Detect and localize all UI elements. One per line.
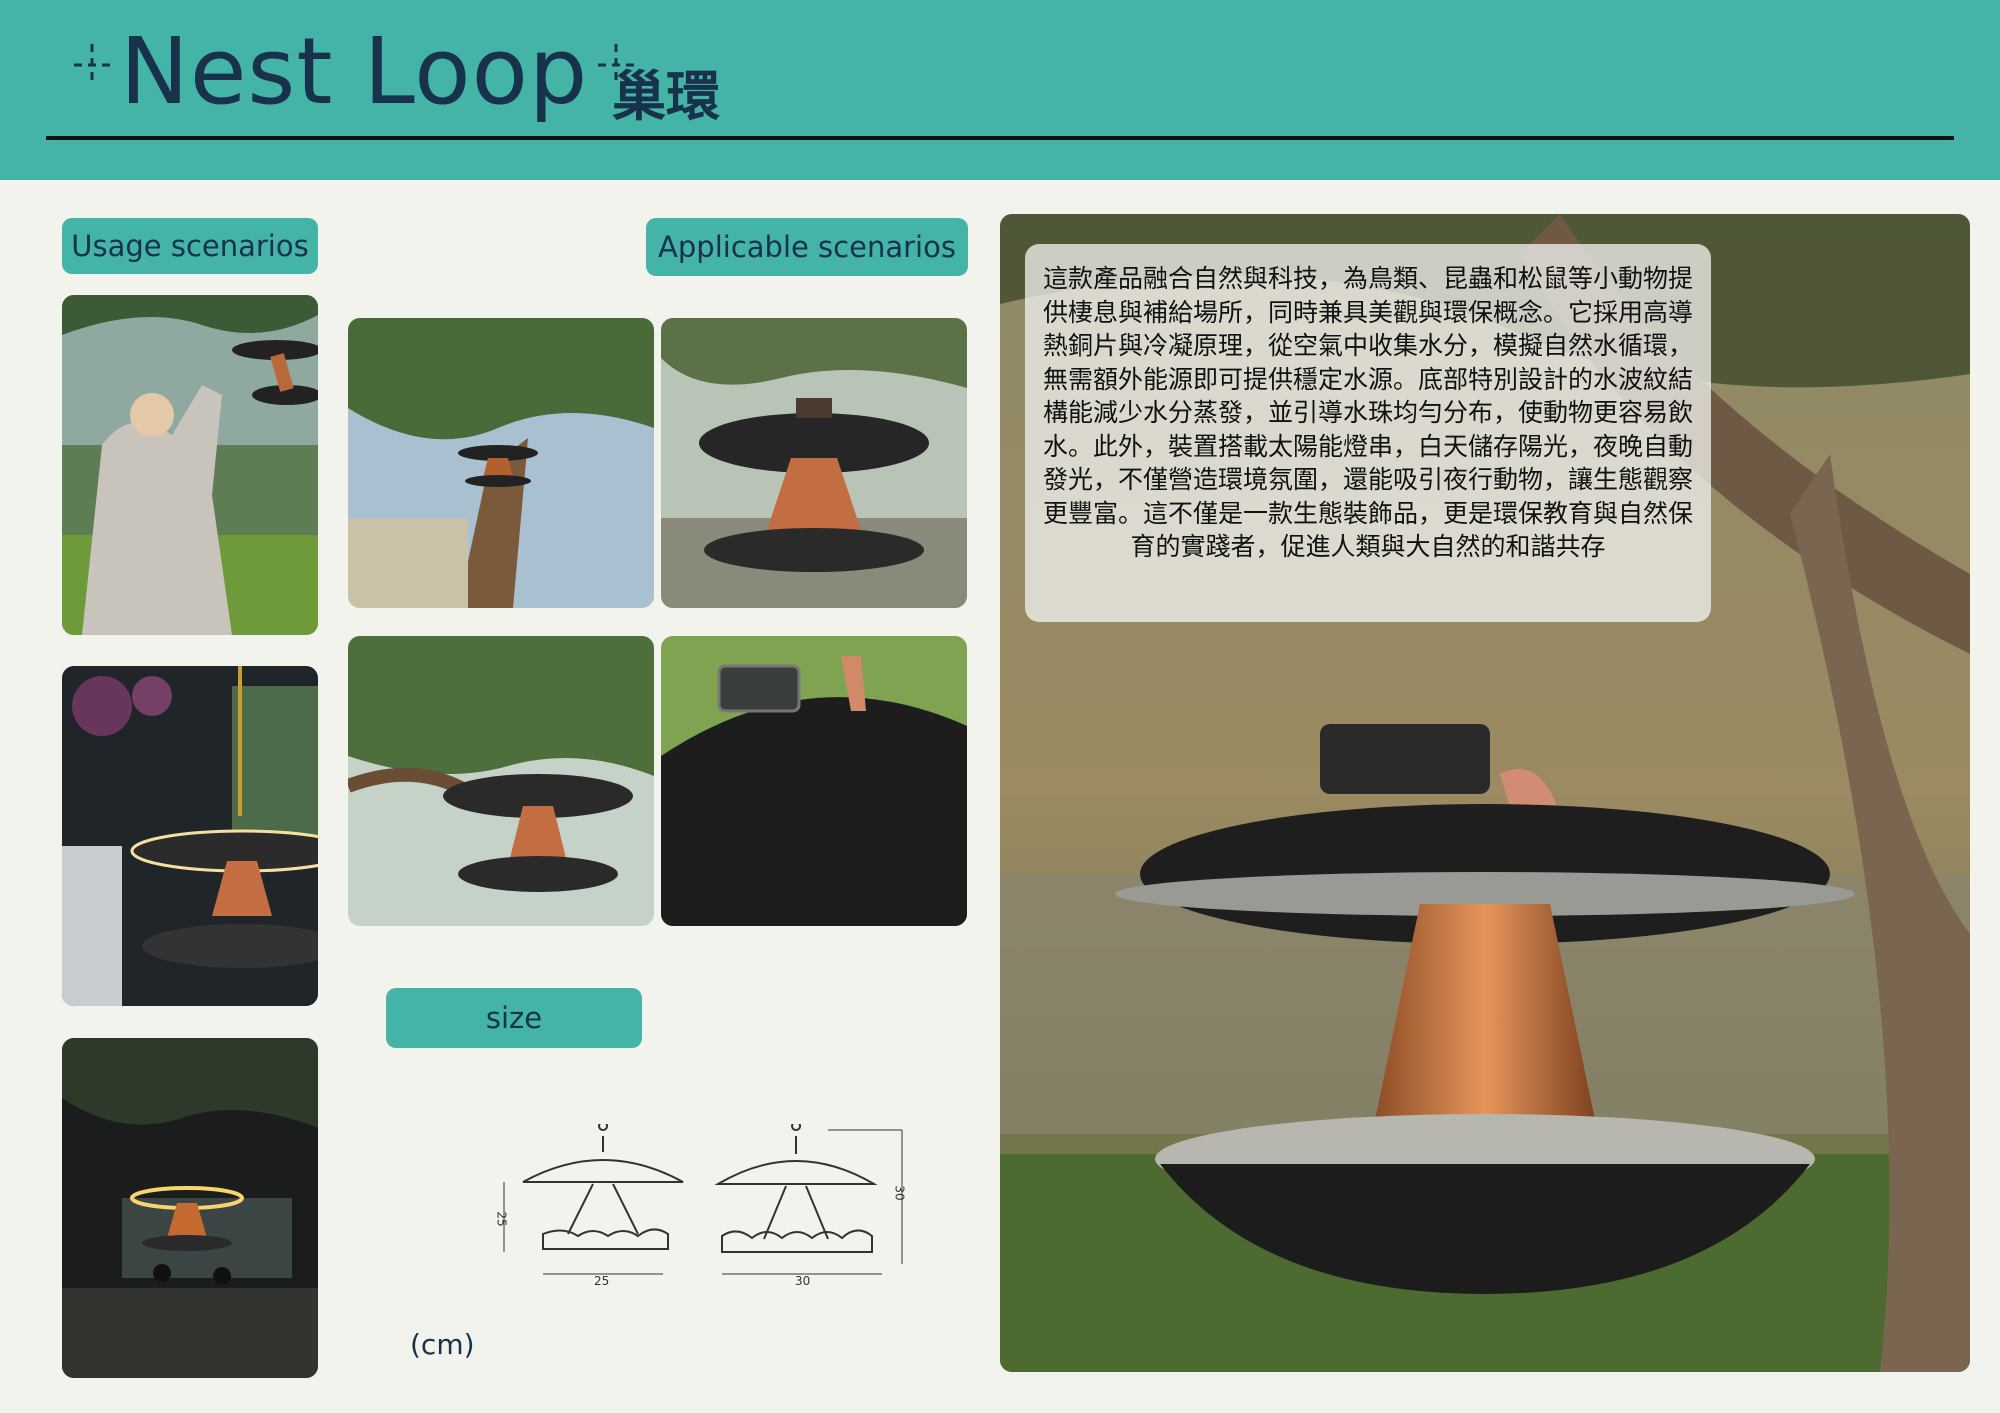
small-width-value: 25 <box>594 1274 610 1288</box>
header-divider <box>46 136 1954 140</box>
applicable-photo-solar-top <box>661 636 967 926</box>
applicable-photo-closeup-1 <box>661 318 967 608</box>
sparkle-icon <box>70 40 114 103</box>
size-label: size <box>386 988 642 1048</box>
large-width-value: 30 <box>795 1274 811 1288</box>
applicable-photo-tree-1 <box>348 318 654 608</box>
product-title: Nest Loop <box>64 18 644 125</box>
product-description: 這款產品融合自然與科技，為鳥類、昆蟲和松鼠等小動物提供棲息與補給場所，同時兼具美… <box>1042 264 1693 561</box>
product-subtitle: 巢環 <box>612 65 720 128</box>
usage-photo-night-courtyard <box>62 1038 318 1378</box>
usage-photo-night-blossom <box>62 666 318 1006</box>
applicable-photo-tree-2 <box>348 636 654 926</box>
description-box: 這款產品融合自然與科技，為鳥類、昆蟲和松鼠等小動物提供棲息與補給場所，同時兼具美… <box>1025 244 1711 622</box>
small-height-value: 25 <box>494 1211 509 1227</box>
size-diagram-small: 25 25 <box>494 1121 688 1294</box>
usage-scenarios-label: Usage scenarios <box>62 218 318 274</box>
size-diagram-large: 30 30 <box>712 1121 912 1294</box>
unit-label: (cm) <box>410 1328 475 1361</box>
usage-photo-hanging <box>62 295 318 635</box>
large-height-value: 30 <box>892 1185 907 1201</box>
header-bar: Nest Loop 巢環 <box>0 0 2000 180</box>
applicable-scenarios-label: Applicable scenarios <box>646 218 968 276</box>
product-title-text: Nest Loop <box>120 18 589 125</box>
